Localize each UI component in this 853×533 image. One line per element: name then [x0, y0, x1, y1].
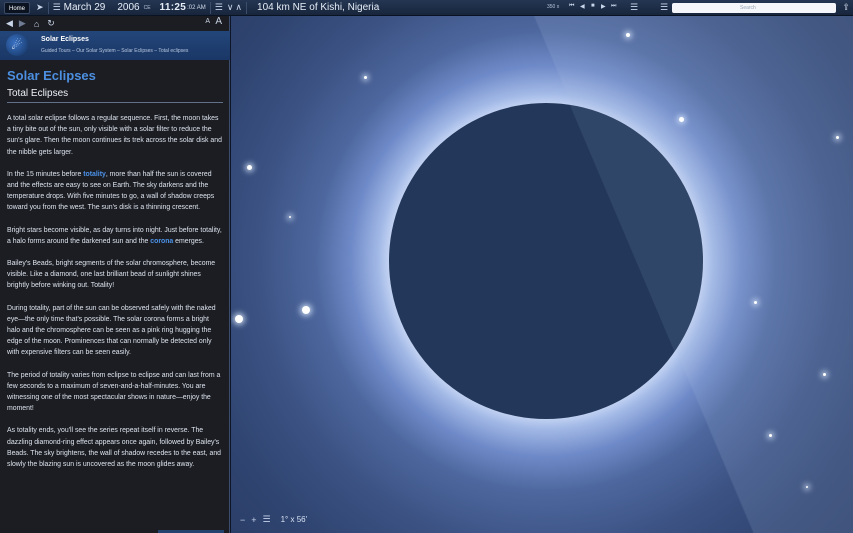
menu-icon[interactable]: ☰ — [263, 514, 271, 525]
menu-icon[interactable]: ☰ — [660, 2, 668, 13]
page-title: Solar Eclipses — [7, 68, 96, 83]
back-arrow-icon[interactable]: ◀ — [6, 18, 13, 29]
star[interactable] — [769, 434, 772, 437]
moon-shading — [389, 103, 703, 419]
divider — [209, 1, 211, 14]
date-month[interactable]: March 29 — [64, 2, 106, 13]
star[interactable] — [679, 117, 684, 122]
panel-nav-row: ◀ ▶ ⌂ ↻ A A — [0, 16, 230, 31]
guide-side-panel: ◀ ▶ ⌂ ↻ A A ☄ Solar Eclipses Guided Tour… — [0, 16, 230, 533]
zoom-controls: − + ☰ 1° x 56' — [240, 514, 313, 525]
moon-disk[interactable] — [389, 103, 703, 419]
paragraph-text: In the 15 minutes before — [7, 170, 84, 178]
divider — [47, 1, 49, 14]
step-forward-icon[interactable]: ⏭ — [611, 3, 616, 10]
star[interactable] — [302, 306, 310, 314]
search-input[interactable]: Search — [672, 3, 836, 13]
font-smaller-button[interactable]: A — [205, 18, 210, 25]
star[interactable] — [235, 315, 243, 323]
date-era[interactable]: CE — [144, 5, 151, 11]
article-text: A total solar eclipse follows a regular … — [7, 113, 223, 470]
paragraph-text: emerges. — [173, 237, 204, 245]
guide-header: ☄ Solar Eclipses Guided Tours – Our Sola… — [0, 31, 230, 60]
sky-view[interactable]: − + ☰ 1° x 56' — [231, 16, 853, 533]
time-flow-icon[interactable]: ∨ — [227, 2, 234, 13]
location-label[interactable]: 104 km NE of Kishi, Nigeria — [257, 2, 379, 13]
star[interactable] — [626, 33, 630, 37]
star[interactable] — [754, 301, 757, 304]
star[interactable] — [806, 486, 808, 488]
time-rate[interactable]: 350 x — [547, 4, 559, 10]
paragraph: The period of totality varies from eclip… — [7, 371, 221, 413]
paragraph: In the 15 minutes before totality, more … — [7, 169, 223, 214]
paragraph: Bright stars become visible, as day turn… — [7, 225, 223, 247]
time-seconds[interactable]: :02 AM — [187, 5, 206, 11]
field-of-view-readout[interactable]: 1° x 56' — [281, 515, 308, 524]
paragraph: During totality, part of the sun can be … — [7, 304, 216, 357]
font-larger-button[interactable]: A — [215, 16, 222, 27]
date-year[interactable]: 2006 — [117, 2, 139, 13]
star[interactable] — [289, 216, 291, 218]
home-icon[interactable]: ⌂ — [34, 19, 39, 29]
star[interactable] — [247, 165, 252, 170]
star[interactable] — [364, 76, 367, 79]
paragraph: Bailey's Beads, bright segments of the s… — [7, 260, 216, 290]
guide-title: Solar Eclipses — [41, 36, 89, 43]
cursor-icon[interactable]: ➤ — [36, 2, 44, 13]
zoom-out-button[interactable]: − — [240, 515, 245, 525]
forward-arrow-icon[interactable]: ▶ — [19, 18, 26, 29]
step-back-icon[interactable]: ⏮ — [569, 3, 574, 10]
breadcrumb[interactable]: Guided Tours – Our Solar System – Solar … — [41, 48, 188, 54]
star[interactable] — [823, 373, 826, 376]
zoom-in-button[interactable]: + — [251, 515, 256, 525]
stop-icon[interactable]: ■ — [591, 3, 595, 9]
section-subtitle: Total Eclipses — [7, 88, 223, 103]
list-icon[interactable]: ☰ — [630, 2, 638, 13]
share-icon[interactable]: ⇪ — [842, 2, 850, 13]
term-link-totality[interactable]: totality — [83, 171, 106, 178]
menu-icon[interactable]: ☰ — [215, 2, 223, 13]
paragraph: As totality ends, you'll see the series … — [7, 427, 221, 469]
time-hours-minutes[interactable]: 11:25 — [160, 2, 187, 13]
divider — [246, 1, 248, 14]
home-button[interactable]: Home — [4, 1, 31, 14]
refresh-icon[interactable]: ↻ — [47, 18, 55, 29]
time-direction-icon[interactable]: ∧ — [235, 2, 242, 13]
guide-content: Solar Eclipses Total Eclipses A total so… — [0, 60, 230, 533]
top-toolbar: Home ➤ ☰ March 29 2006 CE 11:25 :02 AM ☰… — [0, 0, 853, 16]
star[interactable] — [836, 136, 839, 139]
solar-system-logo-icon: ☄ — [6, 34, 28, 56]
term-link-corona[interactable]: corona — [150, 238, 173, 245]
play-reverse-icon[interactable]: ◀ — [580, 3, 585, 10]
play-icon[interactable]: ▶ — [601, 3, 606, 10]
menu-icon[interactable]: ☰ — [53, 2, 61, 13]
paragraph: A total solar eclipse follows a regular … — [7, 115, 222, 156]
